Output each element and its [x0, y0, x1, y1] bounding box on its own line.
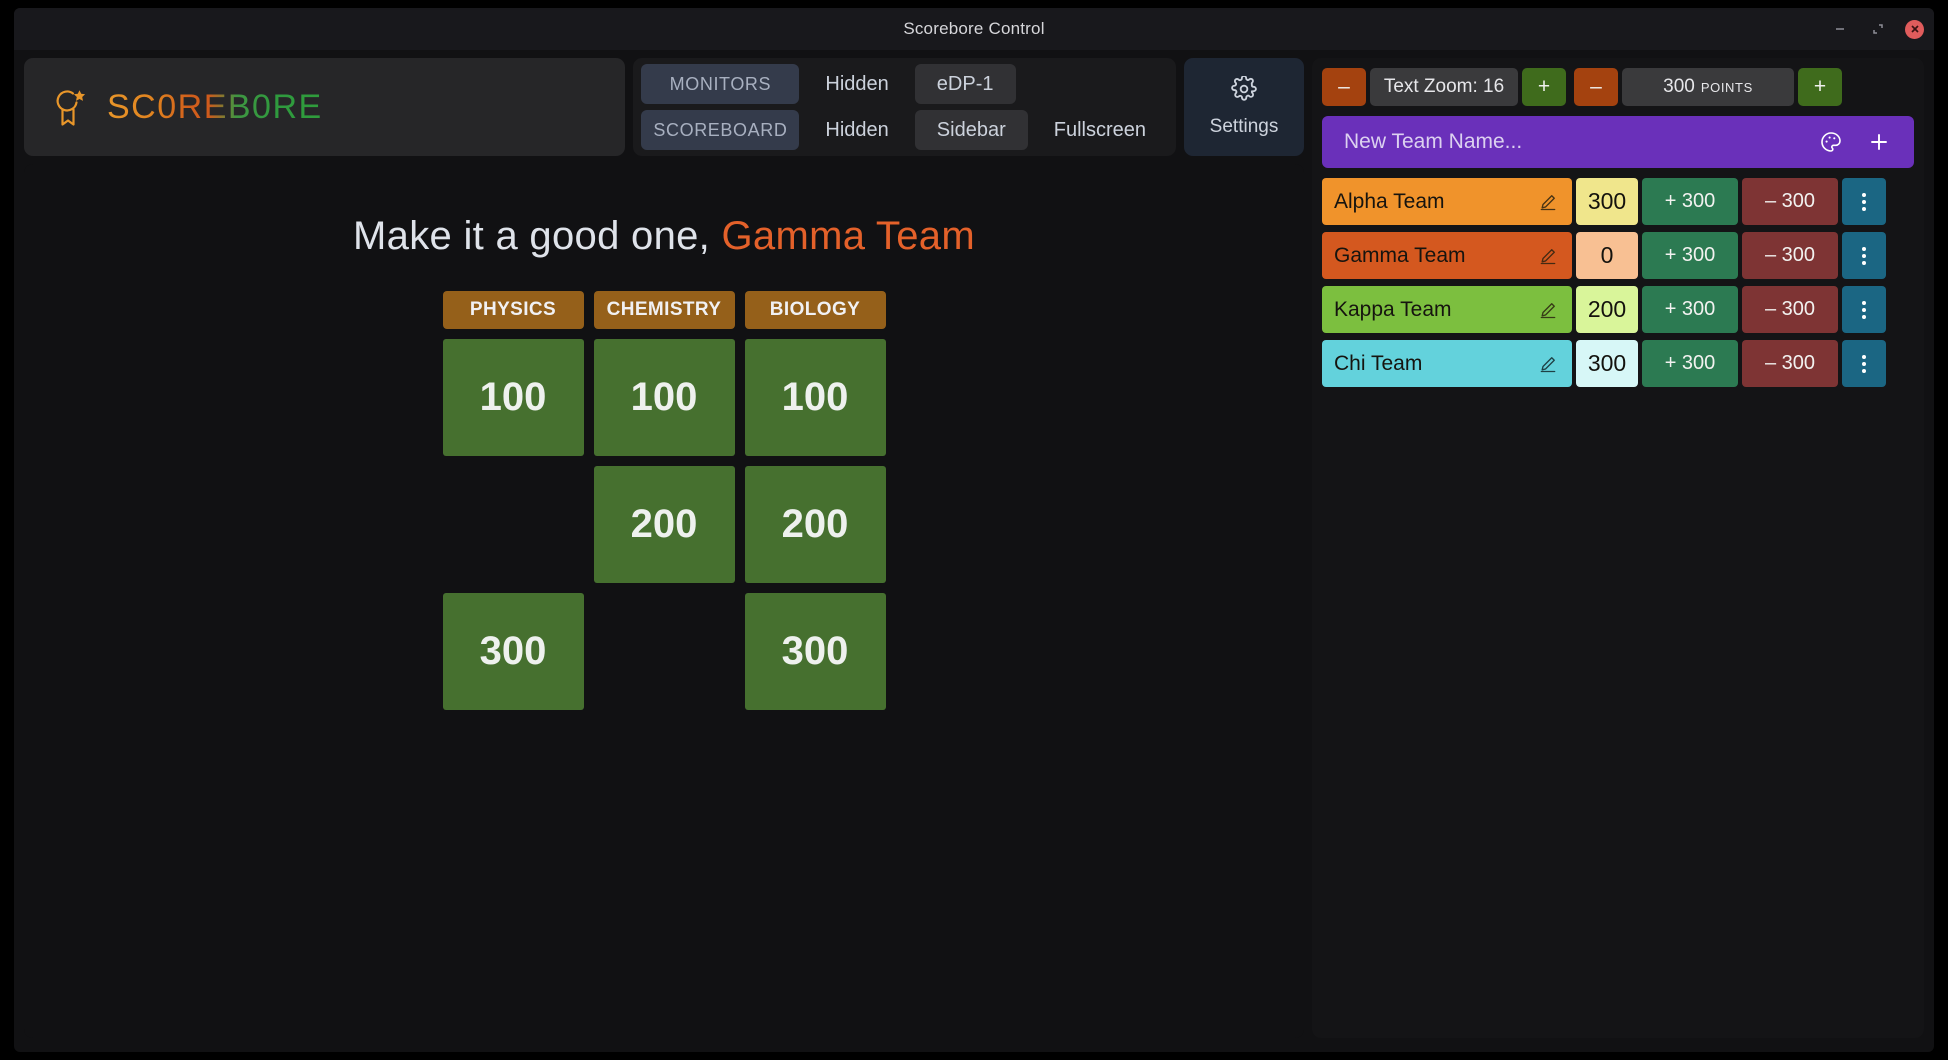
team-score[interactable]: 0 [1576, 232, 1638, 279]
question-tile[interactable]: 300 [442, 593, 584, 710]
kebab-menu-icon [1862, 246, 1866, 265]
new-team-name-input[interactable] [1344, 130, 1798, 154]
category-header-chemistry[interactable]: CHEMISTRY [593, 291, 735, 329]
question-tile[interactable]: 200 [593, 466, 735, 583]
gear-icon [1231, 75, 1257, 107]
monitors-label: MONITORS [641, 64, 800, 104]
monitors-toggle-row: MONITORS Hidden eDP-1 [641, 64, 1168, 104]
header-bar: SC0REB0RE MONITORS Hidden eDP-1 SCOREBOA… [24, 58, 1304, 156]
settings-label: Settings [1209, 116, 1279, 137]
medal-star-icon [51, 86, 89, 128]
team-name: Alpha Team [1334, 189, 1445, 213]
category-header-biology[interactable]: BIOLOGY [744, 291, 886, 329]
edit-pencil-icon[interactable] [1538, 354, 1558, 374]
display-toggles-panel: MONITORS Hidden eDP-1 SCOREBOARD Hidden … [633, 58, 1176, 156]
text-zoom-value: Text Zoom: 16 [1370, 68, 1518, 106]
question-grid: PHYSICS CHEMISTRY BIOLOGY 100 100 100 20… [24, 291, 1304, 710]
palette-icon[interactable] [1816, 127, 1846, 157]
new-team-row [1322, 116, 1914, 168]
monitors-option-edp1[interactable]: eDP-1 [914, 64, 1016, 104]
team-row: Chi Team 300 + 300 – 300 [1322, 340, 1914, 387]
team-menu-button[interactable] [1842, 178, 1886, 225]
team-name-cell[interactable]: Chi Team [1322, 340, 1572, 387]
board-heading-team: Gamma Team [721, 214, 975, 258]
titlebar: Scorebore Control [14, 8, 1934, 50]
team-name-cell[interactable]: Gamma Team [1322, 232, 1572, 279]
monitors-option-hidden[interactable]: Hidden [803, 64, 910, 104]
application-window: Scorebore Control SC0REB0RE MONITORS Hid… [14, 8, 1934, 1052]
question-tile[interactable]: 300 [744, 593, 886, 710]
team-name: Kappa Team [1334, 297, 1452, 321]
kebab-menu-icon [1862, 192, 1866, 211]
team-row: Kappa Team 200 + 300 – 300 [1322, 286, 1914, 333]
team-score[interactable]: 300 [1576, 340, 1638, 387]
question-tile[interactable]: 100 [442, 339, 584, 456]
team-menu-button[interactable] [1842, 340, 1886, 387]
text-zoom-decrease-button[interactable]: – [1322, 68, 1366, 106]
team-score[interactable]: 200 [1576, 286, 1638, 333]
game-board-area: Make it a good one, Gamma Team PHYSICS C… [24, 164, 1304, 1038]
window-title: Scorebore Control [903, 19, 1045, 38]
points-unit: POINTS [1700, 79, 1753, 95]
question-tile[interactable]: 200 [744, 466, 886, 583]
team-row: Alpha Team 300 + 300 – 300 [1322, 178, 1914, 225]
question-tile[interactable]: 100 [593, 339, 735, 456]
scoreboard-option-hidden[interactable]: Hidden [803, 110, 910, 150]
team-menu-button[interactable] [1842, 286, 1886, 333]
team-add-points-button[interactable]: + 300 [1642, 178, 1738, 225]
kebab-menu-icon [1862, 354, 1866, 373]
scoreboard-toggle-row: SCOREBOARD Hidden Sidebar Fullscreen [641, 110, 1168, 150]
points-number: 300 [1663, 76, 1695, 97]
team-name: Chi Team [1334, 351, 1423, 375]
settings-button[interactable]: Settings [1184, 58, 1304, 156]
points-value: 300 POINTS [1622, 68, 1794, 106]
window-controls [1829, 8, 1924, 50]
question-tile[interactable]: 100 [744, 339, 886, 456]
question-tile-empty [443, 466, 584, 583]
minimize-button[interactable] [1829, 18, 1851, 40]
teams-sidebar: – Text Zoom: 16 + – 300 POINTS + New Tea… [1312, 58, 1924, 1038]
team-name-cell[interactable]: Alpha Team [1322, 178, 1572, 225]
brand-panel: SC0REB0RE [24, 58, 626, 156]
add-team-plus-icon[interactable] [1864, 127, 1894, 157]
edit-pencil-icon[interactable] [1538, 300, 1558, 320]
text-zoom-increase-button[interactable]: + [1522, 68, 1566, 106]
left-column: SC0REB0RE MONITORS Hidden eDP-1 SCOREBOA… [14, 50, 1304, 1038]
board-heading-prefix: Make it a good one, [353, 214, 722, 258]
scoreboard-option-sidebar[interactable]: Sidebar [914, 110, 1028, 150]
text-zoom-control: – Text Zoom: 16 + [1322, 68, 1566, 106]
brand-name: SC0REB0RE [107, 87, 323, 126]
team-add-points-button[interactable]: + 300 [1642, 286, 1738, 333]
team-subtract-points-button[interactable]: – 300 [1742, 232, 1838, 279]
edit-pencil-icon[interactable] [1538, 192, 1558, 212]
board-heading: Make it a good one, Gamma Team [24, 214, 1304, 259]
points-increase-button[interactable]: + [1798, 68, 1842, 106]
team-list: Alpha Team 300 + 300 – 300 Gamma Team 0 … [1322, 178, 1914, 387]
team-name-cell[interactable]: Kappa Team [1322, 286, 1572, 333]
team-subtract-points-button[interactable]: – 300 [1742, 178, 1838, 225]
team-score[interactable]: 300 [1576, 178, 1638, 225]
kebab-menu-icon [1862, 300, 1866, 319]
team-menu-button[interactable] [1842, 232, 1886, 279]
scoreboard-option-fullscreen[interactable]: Fullscreen [1032, 110, 1168, 150]
team-add-points-button[interactable]: + 300 [1642, 232, 1738, 279]
team-name: Gamma Team [1334, 243, 1466, 267]
team-row: Gamma Team 0 + 300 – 300 [1322, 232, 1914, 279]
main-layout: SC0REB0RE MONITORS Hidden eDP-1 SCOREBOA… [14, 50, 1934, 1052]
close-button[interactable] [1905, 19, 1924, 39]
team-add-points-button[interactable]: + 300 [1642, 340, 1738, 387]
question-tile-empty [594, 593, 735, 710]
points-decrease-button[interactable]: – [1574, 68, 1618, 106]
edit-pencil-icon[interactable] [1538, 246, 1558, 266]
scoreboard-label: SCOREBOARD [641, 110, 800, 150]
maximize-button[interactable] [1867, 18, 1889, 40]
team-subtract-points-button[interactable]: – 300 [1742, 286, 1838, 333]
points-control: – 300 POINTS + [1574, 68, 1842, 106]
counter-bar: – Text Zoom: 16 + – 300 POINTS + [1322, 68, 1914, 106]
team-subtract-points-button[interactable]: – 300 [1742, 340, 1838, 387]
category-header-physics[interactable]: PHYSICS [442, 291, 584, 329]
